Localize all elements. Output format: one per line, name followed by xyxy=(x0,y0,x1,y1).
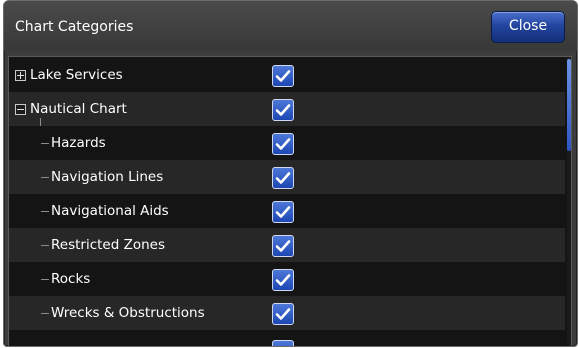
list-item-label: Restricted Zones xyxy=(51,237,165,253)
list-item-label: Lake Services xyxy=(30,67,123,83)
list-item[interactable]: Navigation Lines xyxy=(9,160,565,194)
checkmark-icon xyxy=(275,104,291,116)
dialog-titlebar: Chart Categories Close xyxy=(4,1,577,51)
tree-branch-line xyxy=(41,177,49,178)
close-button[interactable]: Close xyxy=(491,11,565,43)
list-item-label: Navigation Lines xyxy=(51,169,164,185)
list-item-label: Navigational Aids xyxy=(51,203,169,219)
list-item-partial xyxy=(9,330,565,346)
scrollbar-thumb[interactable] xyxy=(567,59,571,151)
chart-categories-dialog: Chart Categories Close Lake Services Nau… xyxy=(3,0,578,347)
list-item[interactable]: Rocks xyxy=(9,262,565,296)
list-item-label: Rocks xyxy=(51,271,91,287)
checkbox[interactable] xyxy=(272,99,294,121)
checkbox[interactable] xyxy=(272,65,294,87)
collapse-icon[interactable] xyxy=(15,104,26,115)
tree-branch-line xyxy=(41,143,49,144)
checkbox[interactable] xyxy=(272,201,294,223)
list-item-label: Hazards xyxy=(51,135,106,151)
list-item-label: Wrecks & Obstructions xyxy=(51,305,205,321)
tree-branch-line xyxy=(41,313,49,314)
scrollbar[interactable] xyxy=(567,57,571,346)
list-item[interactable]: Restricted Zones xyxy=(9,228,565,262)
list-item[interactable]: Wrecks & Obstructions xyxy=(9,296,565,330)
dialog-title: Chart Categories xyxy=(15,19,134,35)
tree-branch-line xyxy=(41,279,49,280)
checkbox[interactable] xyxy=(272,167,294,189)
checkmark-icon xyxy=(275,206,291,218)
checkbox[interactable] xyxy=(272,303,294,325)
list-item[interactable]: Lake Services xyxy=(9,58,565,92)
list-item-label: Nautical Chart xyxy=(30,101,127,117)
list-item[interactable]: Navigational Aids xyxy=(9,194,565,228)
checkmark-icon xyxy=(275,70,291,82)
category-list: Lake Services Nautical Chart Hazards Nav… xyxy=(8,56,572,346)
checkmark-icon xyxy=(275,138,291,150)
checkbox[interactable] xyxy=(272,269,294,291)
list-item[interactable]: Hazards xyxy=(9,126,565,160)
checkmark-icon xyxy=(275,274,291,286)
tree-branch-line xyxy=(41,245,49,246)
list-item[interactable]: Nautical Chart xyxy=(9,92,565,126)
checkbox[interactable] xyxy=(272,340,294,346)
checkmark-icon xyxy=(275,308,291,320)
tree-branch-line xyxy=(41,211,49,212)
checkmark-icon xyxy=(275,172,291,184)
checkmark-icon xyxy=(275,240,291,252)
expand-icon[interactable] xyxy=(15,70,26,81)
checkbox[interactable] xyxy=(272,235,294,257)
checkbox[interactable] xyxy=(272,133,294,155)
